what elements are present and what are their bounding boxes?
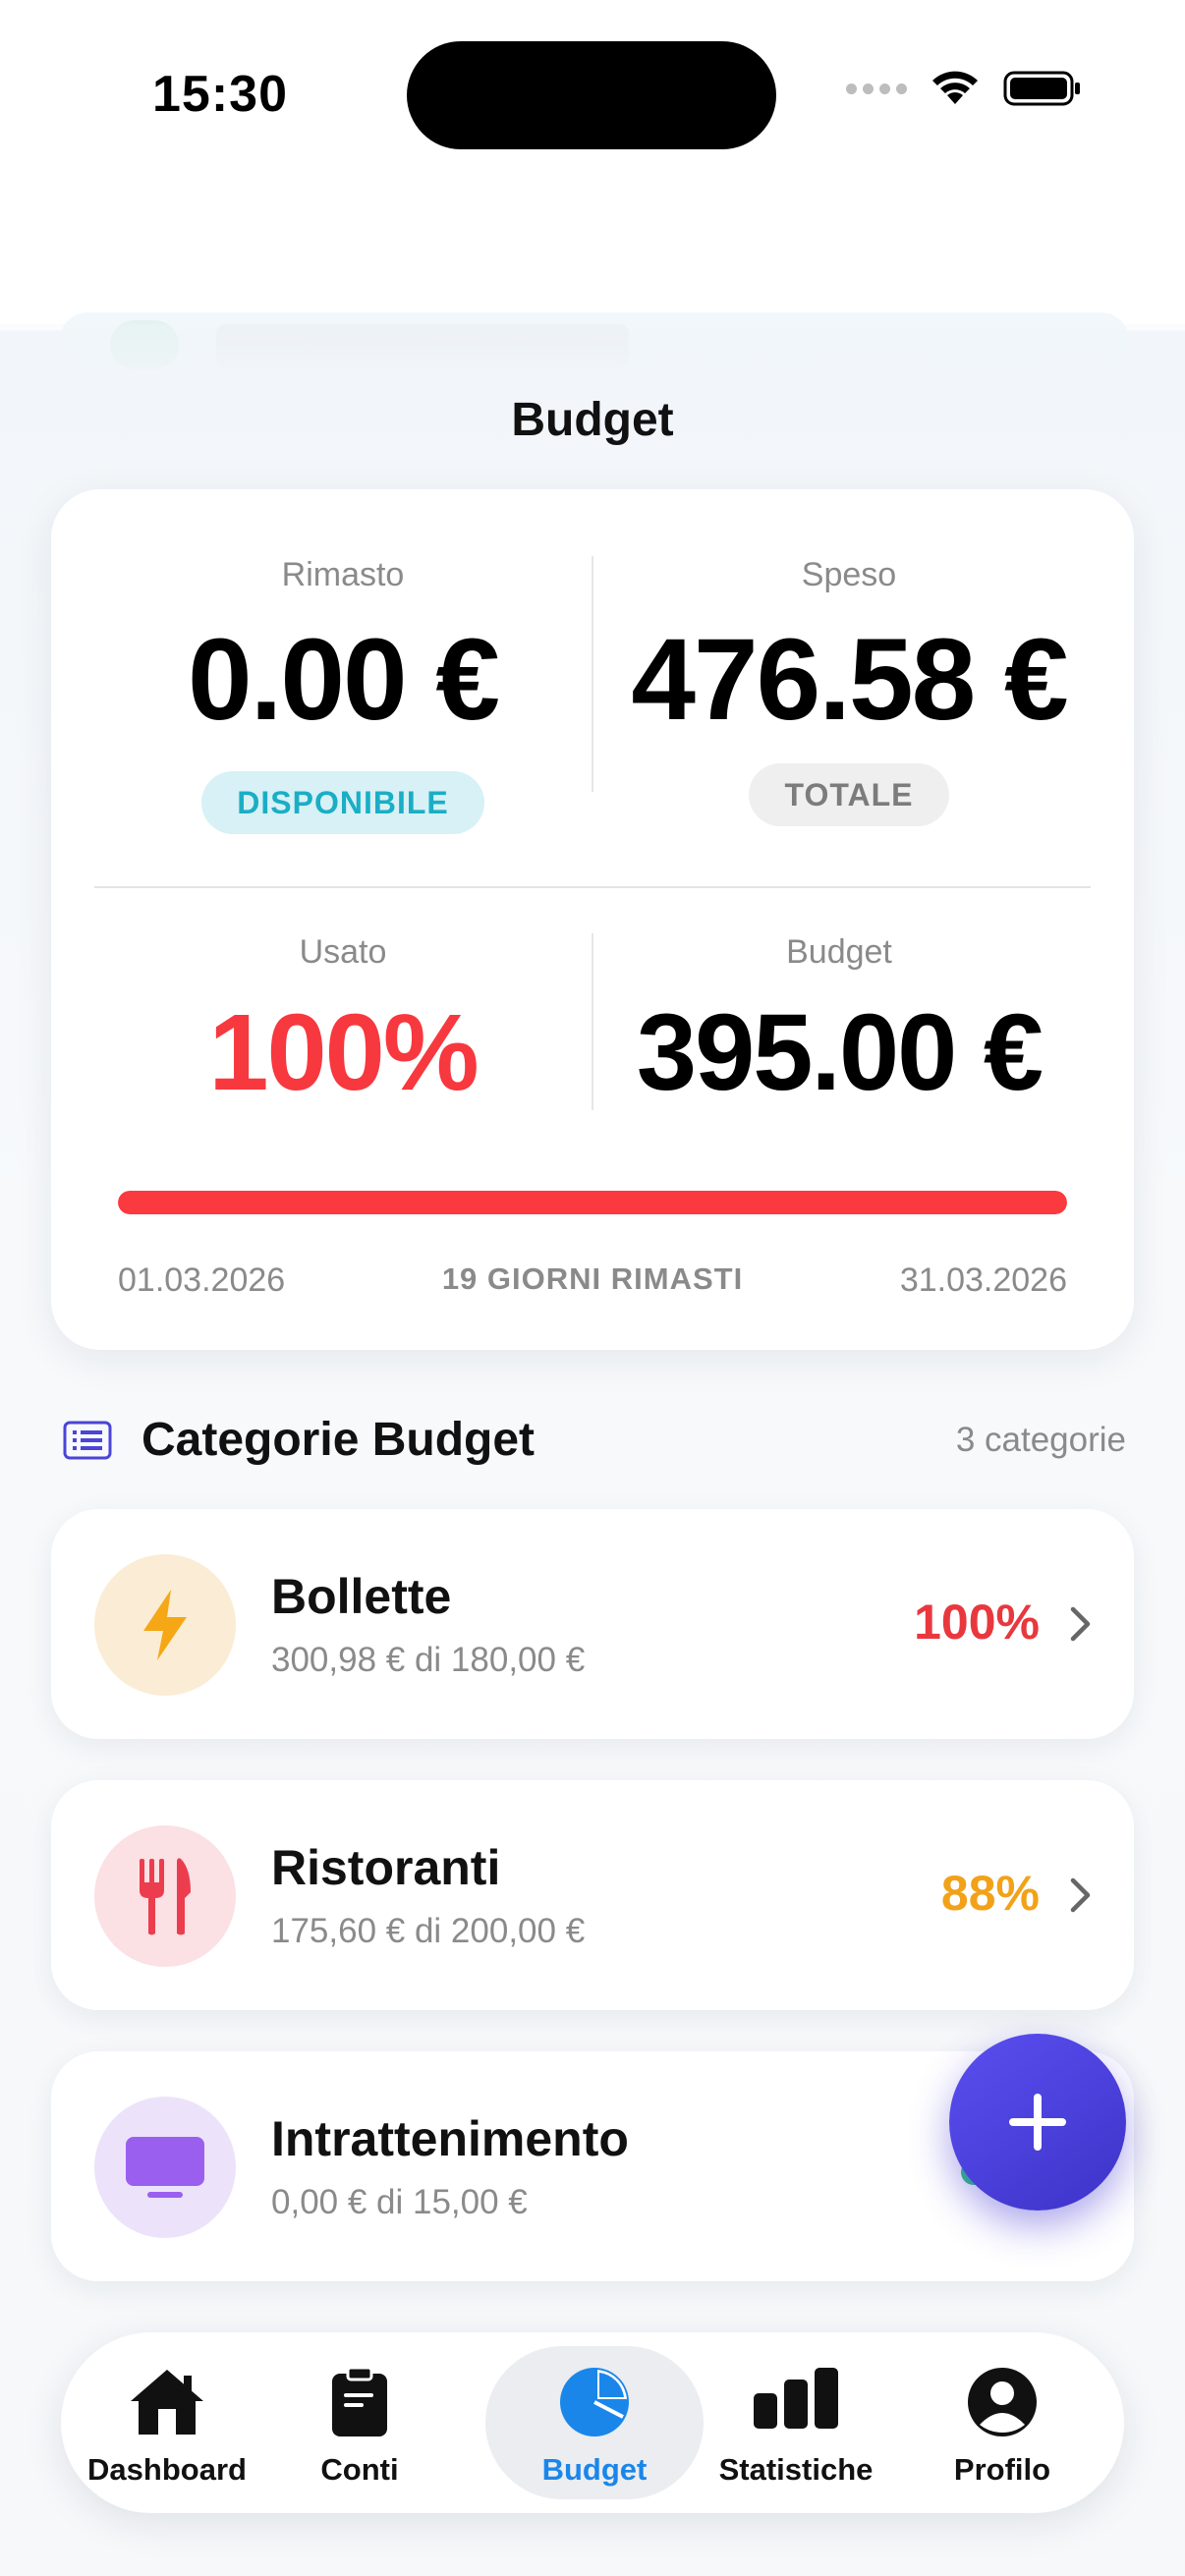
fork-knife-icon xyxy=(140,1858,191,1935)
person-icon xyxy=(968,2368,1037,2436)
categories-title: Categorie Budget xyxy=(141,1414,536,1466)
category-percent: 100% xyxy=(914,1595,1040,1650)
tab-statistiche[interactable]: Statistiche xyxy=(690,2332,902,2513)
category-card-bollette[interactable]: Bollette 300,98 € di 180,00 € 100% xyxy=(51,1509,1134,1739)
category-avatar xyxy=(94,1554,236,1696)
progress-fill xyxy=(118,1191,1067,1214)
tab-conti[interactable]: Conti xyxy=(254,2332,466,2513)
category-amounts: 175,60 € di 200,00 € xyxy=(271,1912,586,1950)
remaining-value: 0.00 € xyxy=(187,615,500,745)
tab-profilo[interactable]: Profilo xyxy=(896,2332,1108,2513)
wifi-icon xyxy=(932,71,978,104)
end-date: 31.03.2026 xyxy=(899,1261,1067,1299)
category-avatar xyxy=(94,2097,236,2238)
page-title: Budget xyxy=(511,394,674,446)
budget-stat: Budget 395.00 € xyxy=(593,933,1085,1107)
remaining-stat: Rimasto 0.00 € DISPONIBILE xyxy=(97,556,589,834)
plus-icon xyxy=(1009,2094,1066,2151)
clipboard-icon xyxy=(332,2366,387,2436)
bar-chart-icon xyxy=(754,2368,838,2429)
status-time: 15:30 xyxy=(152,66,288,123)
category-card-ristoranti[interactable]: Ristoranti 175,60 € di 200,00 € 88% xyxy=(51,1780,1134,2010)
tab-label: Dashboard xyxy=(87,2452,247,2487)
used-label: Usato xyxy=(299,933,387,971)
tab-label: Conti xyxy=(320,2452,399,2487)
list-icon xyxy=(63,1421,112,1460)
divider xyxy=(592,556,593,792)
category-name: Intrattenimento xyxy=(271,2111,629,2166)
chevron-right-icon xyxy=(1070,1877,1091,1913)
category-amounts: 0,00 € di 15,00 € xyxy=(271,2183,528,2221)
category-percent: 88% xyxy=(940,1866,1040,1921)
budget-summary-card: Rimasto 0.00 € DISPONIBILE Speso 476.58 … xyxy=(51,489,1134,1350)
spent-label: Speso xyxy=(801,556,897,593)
lightning-icon xyxy=(143,1590,187,1660)
chevron-right-icon xyxy=(1070,1606,1091,1642)
available-badge: DISPONIBILE xyxy=(201,771,484,834)
budget-progress-bar xyxy=(118,1191,1067,1214)
tv-icon xyxy=(126,2137,204,2198)
total-badge: TOTALE xyxy=(749,763,949,826)
spent-stat: Speso 476.58 € TOTALE xyxy=(603,556,1095,826)
spent-value: 476.58 € xyxy=(631,615,1068,745)
used-value: 100% xyxy=(208,992,479,1113)
tab-label: Budget xyxy=(541,2452,648,2487)
category-name: Bollette xyxy=(271,1569,452,1624)
categories-count: 3 categorie xyxy=(955,1421,1126,1459)
category-name: Ristoranti xyxy=(271,1840,501,1895)
start-date: 01.03.2026 xyxy=(118,1261,286,1299)
pie-chart-icon xyxy=(560,2368,629,2436)
home-icon xyxy=(131,2370,203,2435)
remaining-label: Rimasto xyxy=(281,556,405,593)
tab-label: Statistiche xyxy=(718,2452,874,2487)
categories-header: Categorie Budget 3 categorie xyxy=(63,1411,1126,1470)
add-fab-button[interactable] xyxy=(949,2034,1126,2211)
tab-bar: Dashboard Conti Budget Statistiche Profi… xyxy=(61,2332,1124,2513)
period-row: 01.03.2026 19 GIORNI RIMASTI 31.03.2026 xyxy=(118,1261,1067,1300)
tab-label: Profilo xyxy=(953,2452,1051,2487)
budget-value: 395.00 € xyxy=(636,992,1044,1113)
category-amounts: 300,98 € di 180,00 € xyxy=(271,1641,586,1679)
signal-icon xyxy=(846,83,907,94)
category-avatar xyxy=(94,1825,236,1967)
budget-label: Budget xyxy=(786,933,892,971)
divider xyxy=(94,886,1091,888)
status-icons xyxy=(846,69,1082,108)
dynamic-island xyxy=(407,41,776,149)
status-bar: 15:30 xyxy=(0,0,1185,196)
tab-dashboard[interactable]: Dashboard xyxy=(61,2332,273,2513)
days-remaining: 19 GIORNI RIMASTI xyxy=(441,1261,744,1296)
used-stat: Usato 100% xyxy=(97,933,589,1107)
tab-budget[interactable]: Budget xyxy=(488,2332,701,2513)
battery-icon xyxy=(1003,71,1080,106)
